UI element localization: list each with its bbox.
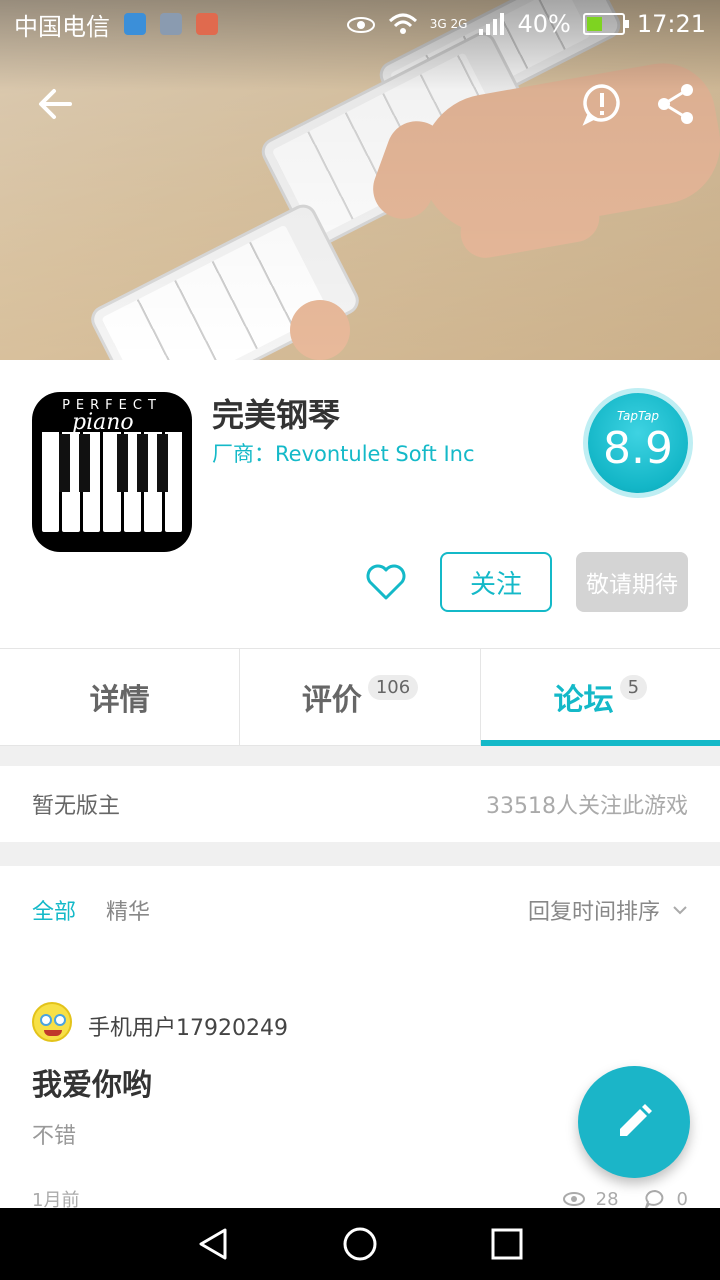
eye-icon xyxy=(562,1192,585,1206)
app-icon: PERFECT piano xyxy=(32,392,192,552)
clock: 17:21 xyxy=(636,10,706,38)
signal-icon xyxy=(479,13,505,35)
divider xyxy=(0,746,720,766)
alert-circle-icon xyxy=(582,84,620,126)
sort-label: 回复时间排序 xyxy=(527,900,660,925)
avatar[interactable] xyxy=(32,1002,72,1042)
follow-button[interactable]: 关注 xyxy=(440,552,552,612)
nav-recents-icon[interactable] xyxy=(487,1224,527,1264)
followers-count: 33518人关注此游戏 xyxy=(486,794,688,819)
divider xyxy=(0,842,720,866)
tab-count-badge: 5 xyxy=(619,674,648,700)
coming-soon-button[interactable]: 敬请期待 xyxy=(576,552,688,612)
filter-bar: 全部 精华 回复时间排序 xyxy=(0,880,720,940)
forum-info-row: 暂无版主 33518人关注此游戏 xyxy=(0,766,720,842)
notification-icon xyxy=(124,13,146,35)
network-type: 3G 2G xyxy=(429,17,468,31)
tab-forum[interactable]: 论坛 5 xyxy=(479,649,720,746)
rating-score: 8.9 xyxy=(603,423,673,474)
nav-back-icon[interactable] xyxy=(193,1224,233,1264)
carrier-label: 中国电信 xyxy=(14,12,110,41)
moderator-label: 暂无版主 xyxy=(32,794,121,819)
share-button[interactable] xyxy=(652,80,700,128)
rating-badge: TapTap 8.9 xyxy=(588,393,688,493)
filter-all[interactable]: 全部 xyxy=(32,894,76,926)
filter-essence[interactable]: 精华 xyxy=(106,894,150,926)
share-icon xyxy=(658,84,693,124)
tab-details[interactable]: 详情 xyxy=(0,649,239,745)
battery-icon xyxy=(582,13,629,35)
eye-icon xyxy=(346,17,375,33)
rating-brand: TapTap xyxy=(616,409,660,423)
arrow-left-icon xyxy=(39,89,72,119)
post-title: 我爱你哟 xyxy=(32,1068,152,1103)
favorite-button[interactable] xyxy=(364,560,408,604)
app-banner: 中国电信 3G 2G 40% 17:21 xyxy=(0,0,720,360)
comment-icon xyxy=(644,1189,663,1209)
nav-home-icon[interactable] xyxy=(340,1224,380,1264)
view-count: 28 xyxy=(595,1188,619,1210)
gallery-icon xyxy=(160,13,182,35)
tab-reviews[interactable]: 评价 106 xyxy=(239,649,479,745)
tab-count-badge: 106 xyxy=(367,674,419,700)
back-button[interactable] xyxy=(32,80,80,128)
battery-percent: 40% xyxy=(517,10,571,38)
tab-label: 论坛 xyxy=(553,683,614,718)
pencil-icon xyxy=(620,1104,652,1136)
tab-label: 评价 xyxy=(301,683,362,718)
tab-bar: 详情 评价 106 论坛 5 xyxy=(0,648,720,746)
sort-dropdown[interactable]: 回复时间排序 xyxy=(528,894,688,926)
tab-label: 详情 xyxy=(89,683,150,718)
new-post-button[interactable] xyxy=(578,1066,690,1178)
post-author[interactable]: 手机用户17920249 xyxy=(88,1010,288,1042)
top-bar xyxy=(0,72,720,136)
status-bar: 中国电信 3G 2G 40% 17:21 xyxy=(0,0,720,48)
chevron-down-icon xyxy=(673,906,687,915)
vendor-link[interactable]: 厂商：Revontulet Soft Inc xyxy=(212,438,475,468)
wifi-icon xyxy=(388,13,417,34)
comment-count: 0 xyxy=(676,1188,688,1210)
heart-outline-icon xyxy=(366,564,406,600)
report-button[interactable] xyxy=(578,80,626,128)
post-body: 不错 xyxy=(32,1124,77,1149)
system-nav-bar xyxy=(0,1208,720,1280)
app-title: 完美钢琴 xyxy=(212,396,341,434)
app-notification-icon xyxy=(196,13,218,35)
